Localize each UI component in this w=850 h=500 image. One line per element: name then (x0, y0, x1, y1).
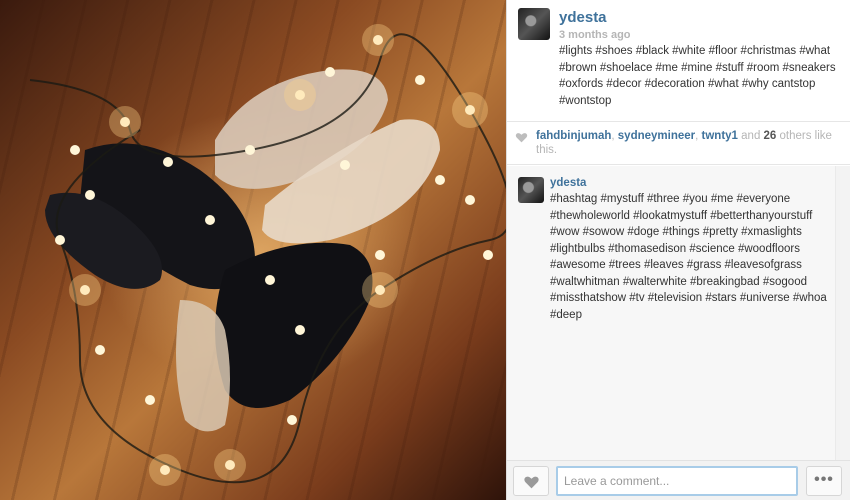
author-username[interactable]: ydesta (559, 9, 607, 26)
post-caption: #lights #shoes #black #white #floor #chr… (559, 45, 836, 107)
like-button[interactable] (513, 466, 549, 496)
likes-section: fahdbinjumah, sydneymineer, twnty1 and 2… (507, 121, 850, 165)
shoes-and-lights-image (29, 24, 506, 486)
more-options-button[interactable]: ••• (806, 466, 842, 496)
liker-link[interactable]: fahdbinjumah (536, 130, 611, 142)
post-timestamp[interactable]: 3 months ago (559, 29, 631, 41)
liker-link[interactable]: sydneymineer (618, 130, 695, 142)
heart-icon (515, 133, 528, 143)
ellipsis-icon: ••• (814, 471, 834, 488)
author-avatar[interactable] (518, 8, 550, 40)
comments-scrollbar[interactable] (835, 166, 850, 460)
liker-link[interactable]: twnty1 (702, 130, 738, 142)
post-detail-panel: ydesta 3 months ago #lights #shoes #blac… (506, 0, 850, 500)
commenter-username[interactable]: ydesta (550, 177, 586, 189)
likes-count[interactable]: 26 (764, 130, 777, 142)
comment-text: #hashtag #mystuff #three #you #me #every… (550, 193, 827, 321)
comment-bar: ••• (507, 460, 850, 500)
commenter-avatar[interactable] (518, 177, 544, 203)
heart-icon (524, 476, 539, 489)
post-photo[interactable] (0, 0, 506, 500)
comments-list: ydesta #hashtag #mystuff #three #you #me… (507, 166, 835, 460)
likes-text: fahdbinjumah, sydneymineer, twnty1 and 2… (536, 129, 841, 157)
likes-and: and (737, 130, 764, 142)
comment-input[interactable] (556, 466, 798, 496)
